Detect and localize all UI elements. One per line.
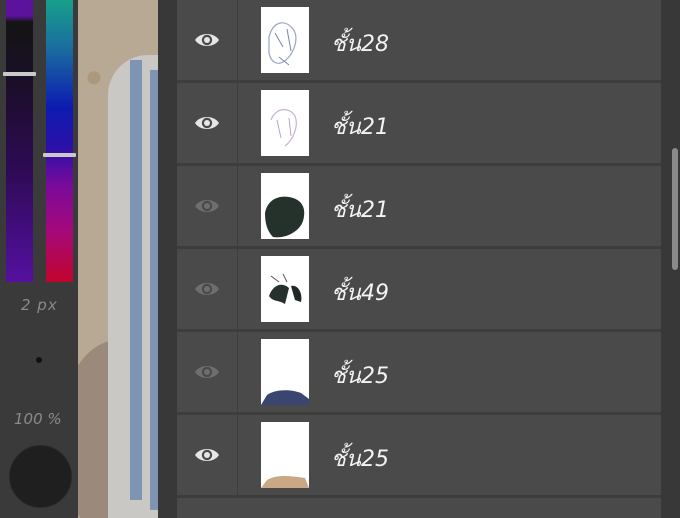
eye-icon[interactable] [193, 196, 221, 216]
visibility-toggle[interactable] [177, 83, 238, 163]
layers-panel: ชั้น28 ชั้น21 ชั้น21 ชั้น49 ชั้น25 ชั้น2… [158, 0, 680, 518]
visibility-toggle[interactable] [177, 166, 238, 246]
canvas-artwork-stripe [130, 60, 142, 500]
drawing-canvas[interactable] [78, 0, 158, 518]
layer-row[interactable]: ชั้น25 [177, 415, 661, 498]
eye-icon[interactable] [193, 113, 221, 133]
layer-thumbnail[interactable] [261, 90, 309, 156]
brightness-slider[interactable] [6, 0, 33, 282]
layer-thumbnail[interactable] [261, 256, 309, 322]
layer-name[interactable]: ชั้น21 [331, 192, 389, 227]
tool-sidebar: 2 px 100 % [0, 0, 78, 518]
layer-thumbnail[interactable] [261, 7, 309, 73]
layer-thumbnail[interactable] [261, 173, 309, 239]
opacity-label[interactable]: 100 % [14, 410, 62, 428]
layer-row[interactable]: ชั้น21 [177, 166, 661, 249]
hue-slider-handle[interactable] [43, 153, 76, 157]
eye-icon[interactable] [193, 30, 221, 50]
visibility-toggle[interactable] [177, 0, 238, 80]
layer-row[interactable]: ชั้น25 [177, 332, 661, 415]
layer-thumbnail[interactable] [261, 339, 309, 405]
visibility-toggle[interactable] [177, 415, 238, 495]
brush-size-label[interactable]: 2 px [21, 296, 58, 314]
layer-thumbnail[interactable] [261, 422, 309, 488]
layer-name[interactable]: ชั้น25 [331, 358, 389, 393]
layer-name[interactable]: ชั้น21 [331, 109, 389, 144]
current-color-swatch[interactable] [9, 445, 72, 508]
visibility-toggle[interactable] [177, 332, 238, 412]
brush-preview-dot [36, 357, 42, 363]
layers-scrollbar[interactable] [672, 148, 678, 270]
eye-icon[interactable] [193, 279, 221, 299]
layer-name[interactable]: ชั้น28 [331, 26, 389, 61]
layer-name[interactable]: ชั้น49 [331, 275, 389, 310]
canvas-artwork-stripe [150, 70, 158, 510]
layers-list: ชั้น28 ชั้น21 ชั้น21 ชั้น49 ชั้น25 ชั้น2… [177, 0, 678, 518]
layer-row[interactable]: ชั้น21 [177, 83, 661, 166]
layer-row[interactable]: ชั้น28 [177, 0, 661, 83]
layer-row[interactable]: ชั้น49 [177, 249, 661, 332]
layer-name[interactable]: ชั้น25 [331, 441, 389, 476]
hue-slider[interactable] [46, 0, 73, 282]
brightness-slider-handle[interactable] [3, 72, 36, 76]
eye-icon[interactable] [193, 445, 221, 465]
visibility-toggle[interactable] [177, 249, 238, 329]
eye-icon[interactable] [193, 362, 221, 382]
